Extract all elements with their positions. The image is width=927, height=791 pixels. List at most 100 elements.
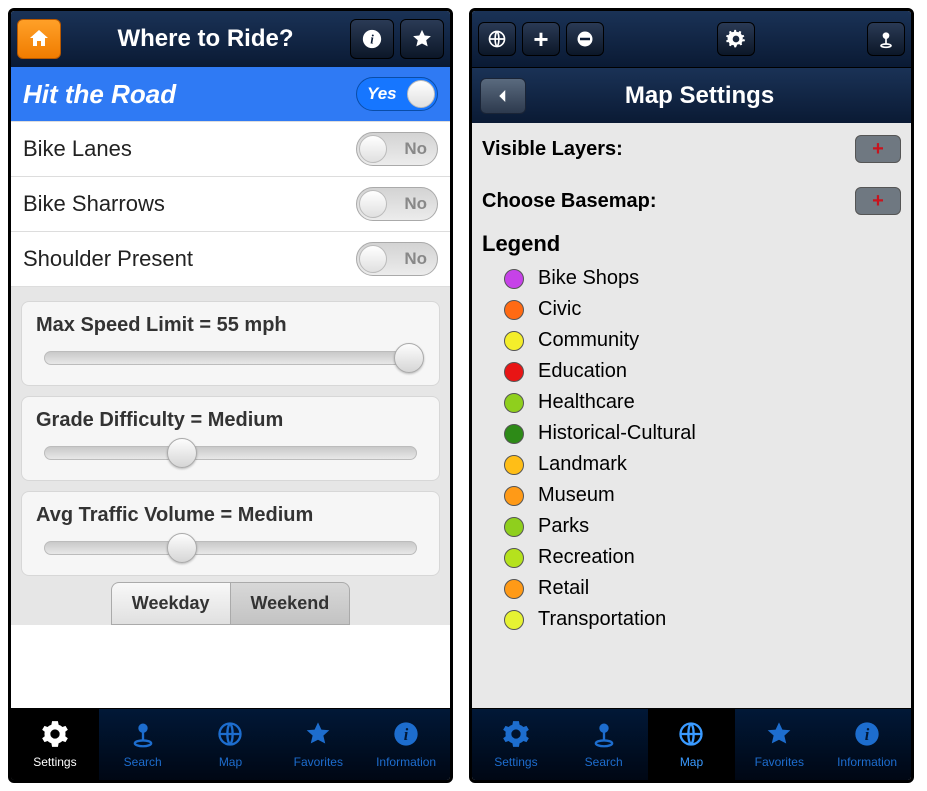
- legend-item: Museum: [472, 480, 911, 511]
- legend-label: Retail: [538, 577, 589, 600]
- tab-favorites[interactable]: Favorites: [735, 709, 823, 780]
- toggle-row: Bike Sharrows No: [11, 177, 450, 232]
- tab-map[interactable]: Map: [187, 709, 275, 780]
- tab-label: Favorites: [294, 755, 343, 769]
- tab-label: Settings: [33, 755, 76, 769]
- legend-dot: [504, 486, 524, 506]
- toggle-label: Shoulder Present: [23, 246, 193, 272]
- toggle-switch[interactable]: Yes: [356, 77, 438, 111]
- joy-icon: [129, 720, 157, 753]
- segment-button[interactable]: Weekday: [111, 582, 230, 625]
- legend-dot: [504, 331, 524, 351]
- slider-label: Avg Traffic Volume = Medium: [36, 504, 425, 527]
- legend-item: Bike Shops: [472, 263, 911, 294]
- tab-label: Map: [680, 755, 703, 769]
- home-button[interactable]: [17, 19, 61, 59]
- legend-item: Retail: [472, 573, 911, 604]
- joy-icon: [590, 720, 618, 753]
- tab-favorites[interactable]: Favorites: [274, 709, 362, 780]
- slider-box: Grade Difficulty = Medium: [21, 396, 440, 481]
- tab-information[interactable]: iInformation: [823, 709, 911, 780]
- back-button[interactable]: [480, 78, 526, 114]
- legend-title: Legend: [472, 227, 911, 263]
- svg-text:i: i: [370, 33, 374, 47]
- legend-dot: [504, 579, 524, 599]
- legend-label: Education: [538, 360, 627, 383]
- toggle-label: Bike Sharrows: [23, 191, 165, 217]
- legend-dot: [504, 517, 524, 537]
- toggle-state-label: No: [404, 139, 427, 159]
- star-icon: [304, 720, 332, 753]
- settings-button[interactable]: [717, 22, 755, 56]
- globe-icon: [216, 720, 244, 753]
- legend-dot: [504, 393, 524, 413]
- legend-item: Community: [472, 325, 911, 356]
- slider-thumb[interactable]: [394, 343, 424, 373]
- tab-bar: Settings SearchMap Favorites iInformation: [11, 708, 450, 780]
- toggle-label: Hit the Road: [23, 79, 176, 110]
- tab-search[interactable]: Search: [560, 709, 648, 780]
- toggle-knob: [359, 245, 387, 273]
- toggle-knob: [359, 190, 387, 218]
- legend-dot: [504, 269, 524, 289]
- slider-track[interactable]: [44, 351, 417, 365]
- content-area: Hit the RoadYesBike LanesNoBike Sharrows…: [11, 67, 450, 708]
- zoom-out-button[interactable]: [566, 22, 604, 56]
- info-icon: i: [392, 720, 420, 753]
- tab-settings[interactable]: Settings: [11, 709, 99, 780]
- tab-settings[interactable]: Settings: [472, 709, 560, 780]
- content-area: Visible Layers:+Choose Basemap:+ Legend …: [472, 123, 911, 708]
- legend-item: Landmark: [472, 449, 911, 480]
- tab-search[interactable]: Search: [99, 709, 187, 780]
- setting-label: Choose Basemap:: [482, 190, 657, 213]
- legend-label: Landmark: [538, 453, 627, 476]
- zoom-in-button[interactable]: +: [522, 22, 560, 56]
- segmented-control: WeekdayWeekend: [11, 582, 450, 625]
- locate-button[interactable]: [867, 22, 905, 56]
- toggle-state-label: No: [404, 194, 427, 214]
- legend-label: Historical-Cultural: [538, 422, 696, 445]
- toggle-state-label: Yes: [367, 84, 397, 104]
- slider-box: Max Speed Limit = 55 mph: [21, 301, 440, 386]
- tab-information[interactable]: iInformation: [362, 709, 450, 780]
- legend-dot: [504, 548, 524, 568]
- legend-label: Healthcare: [538, 391, 635, 414]
- expand-button[interactable]: +: [855, 135, 901, 163]
- subheader: Map Settings: [472, 67, 911, 123]
- toggle-switch[interactable]: No: [356, 242, 438, 276]
- info-button[interactable]: i: [350, 19, 394, 59]
- toggle-row: Shoulder Present No: [11, 232, 450, 287]
- info-icon: i: [853, 720, 881, 753]
- slider-box: Avg Traffic Volume = Medium: [21, 491, 440, 576]
- legend-dot: [504, 362, 524, 382]
- slider-track[interactable]: [44, 541, 417, 555]
- star-icon: [765, 720, 793, 753]
- page-title: Where to Ride?: [67, 25, 344, 53]
- expand-button[interactable]: +: [855, 187, 901, 215]
- legend-item: Healthcare: [472, 387, 911, 418]
- favorite-button[interactable]: [400, 19, 444, 59]
- toggle-knob: [359, 135, 387, 163]
- slider-thumb[interactable]: [167, 438, 197, 468]
- toggle-label: Bike Lanes: [23, 136, 132, 162]
- setting-row: Choose Basemap: +: [472, 175, 911, 227]
- svg-text:i: i: [404, 725, 409, 744]
- tab-bar: Settings Search Map FavoritesiInformation: [472, 708, 911, 780]
- toggle-switch[interactable]: No: [356, 187, 438, 221]
- legend-label: Civic: [538, 298, 581, 321]
- topbar: +: [472, 11, 911, 67]
- legend-item: Education: [472, 356, 911, 387]
- toggle-switch[interactable]: No: [356, 132, 438, 166]
- legend-item: Civic: [472, 294, 911, 325]
- legend-dot: [504, 610, 524, 630]
- subpage-title: Map Settings: [536, 82, 903, 110]
- slider-label: Max Speed Limit = 55 mph: [36, 314, 425, 337]
- legend-dot: [504, 424, 524, 444]
- legend-item: Parks: [472, 511, 911, 542]
- segment-button[interactable]: Weekend: [230, 582, 351, 625]
- tab-map[interactable]: Map: [648, 709, 736, 780]
- globe-button[interactable]: [478, 22, 516, 56]
- slider-track[interactable]: [44, 446, 417, 460]
- tab-label: Search: [585, 755, 623, 769]
- slider-thumb[interactable]: [167, 533, 197, 563]
